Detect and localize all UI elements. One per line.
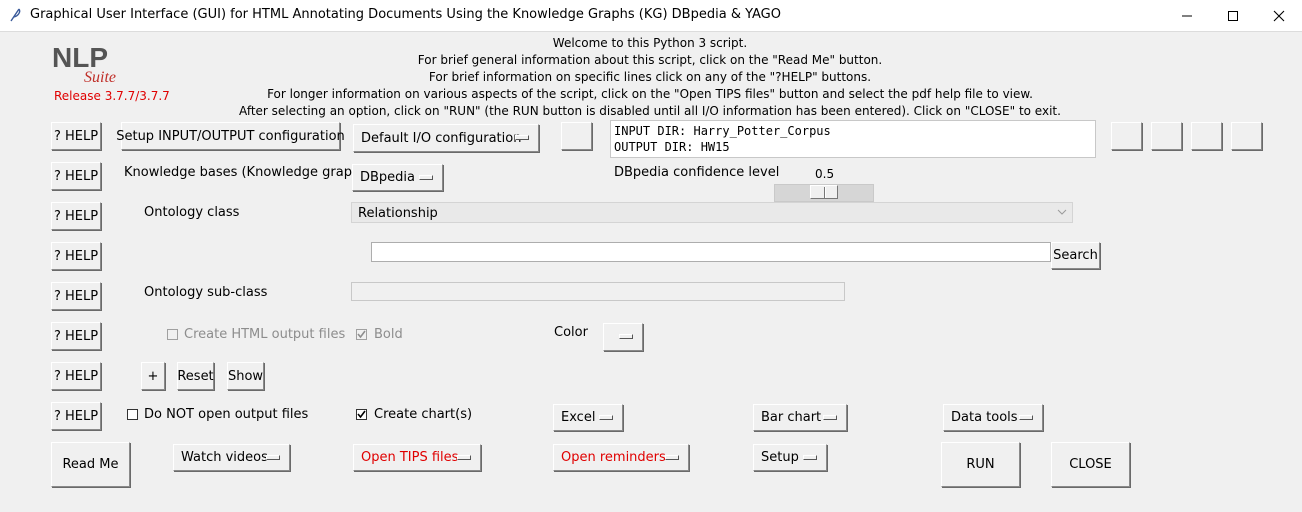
confidence-value: 0.5 [815, 167, 835, 181]
help-button-reset[interactable]: ? HELP [51, 362, 101, 390]
create-html-checkbox[interactable] [167, 329, 178, 340]
help-button-subclass[interactable]: ? HELP [51, 282, 101, 310]
help-button-output-options[interactable]: ? HELP [51, 402, 101, 430]
open-config-button[interactable] [1191, 122, 1222, 150]
ontology-subclass-label: Ontology sub-class [144, 285, 268, 300]
title-bar: Graphical User Interface (GUI) for HTML … [0, 0, 1302, 32]
watch-videos-menu[interactable]: Watch videos [173, 444, 290, 471]
color-menu[interactable] [603, 323, 643, 351]
logo-suite: Suite [84, 69, 116, 86]
bar-chart-menu[interactable]: Bar chart [753, 404, 847, 431]
dropdown-arrow-icon [665, 454, 679, 460]
dropdown-arrow-icon [1019, 414, 1033, 420]
open-input-button[interactable] [1111, 122, 1142, 150]
setup-label: Setup [761, 450, 799, 465]
maximize-button[interactable] [1210, 0, 1256, 31]
run-button[interactable]: RUN [941, 442, 1020, 487]
open-folder-button[interactable] [1231, 122, 1262, 150]
dropdown-arrow-icon [619, 334, 633, 339]
checkmark-icon [357, 330, 366, 339]
io-config-label: Default I/O configuration [361, 130, 522, 146]
confidence-label: DBpedia confidence level [614, 165, 780, 180]
open-reminders-menu[interactable]: Open reminders [553, 444, 689, 471]
dropdown-arrow-icon [823, 414, 837, 420]
excel-menu[interactable]: Excel [553, 404, 623, 431]
data-tools-menu[interactable]: Data tools [943, 404, 1043, 431]
dropdown-arrow-icon [515, 135, 529, 140]
help-button-io[interactable]: ? HELP [51, 122, 101, 150]
dropdown-arrow-icon [599, 414, 613, 420]
minimize-button[interactable] [1164, 0, 1210, 31]
intro-line: For brief information on specific lines … [428, 70, 872, 84]
confidence-slider-thumb[interactable] [810, 185, 838, 199]
color-label: Color [554, 325, 588, 340]
show-button[interactable]: Show [227, 362, 264, 390]
dropdown-arrow-icon [457, 454, 471, 460]
slider-grip [824, 187, 826, 198]
close-icon [1273, 10, 1285, 22]
intro-line: For longer information on various aspect… [267, 87, 1033, 101]
watch-videos-label: Watch videos [181, 450, 268, 465]
ontology-class-label: Ontology class [144, 205, 240, 220]
help-button-search[interactable]: ? HELP [51, 242, 101, 270]
help-button-html-output[interactable]: ? HELP [51, 322, 101, 350]
chevron-down-icon [1057, 209, 1067, 215]
output-dir-text: OUTPUT DIR: HW15 [614, 140, 730, 154]
setup-menu[interactable]: Setup [753, 444, 827, 471]
release-label: Release 3.7.7/3.7.7 [54, 89, 170, 103]
create-html-label: Create HTML output files [184, 327, 346, 342]
no-open-output-checkbox[interactable] [127, 409, 138, 420]
dropdown-arrow-icon [419, 174, 433, 180]
ontology-class-value: Relationship [358, 206, 438, 221]
io-extra-button[interactable] [561, 122, 592, 150]
setup-io-button[interactable]: Setup INPUT/OUTPUT configuration [116, 122, 345, 150]
kb-menu[interactable]: DBpedia [352, 164, 443, 191]
dropdown-arrow-icon [266, 454, 280, 460]
input-dir-text: INPUT DIR: Harry_Potter_Corpus [614, 124, 831, 138]
bold-checkbox[interactable] [356, 329, 367, 340]
intro-line: After selecting an option, click on "RUN… [239, 104, 1061, 118]
io-config-menu[interactable]: Default I/O configuration [353, 124, 539, 152]
open-tips-menu[interactable]: Open TIPS files [353, 444, 481, 471]
help-button-ontology-class[interactable]: ? HELP [51, 202, 101, 230]
window-title: Graphical User Interface (GUI) for HTML … [30, 7, 781, 22]
maximize-icon [1228, 11, 1238, 21]
create-charts-label: Create chart(s) [374, 407, 473, 422]
excel-label: Excel [561, 410, 596, 425]
dropdown-arrow-icon [803, 454, 817, 460]
intro-line: For brief general information about this… [417, 53, 883, 67]
kb-value: DBpedia [360, 170, 416, 185]
io-info-box: INPUT DIR: Harry_Potter_Corpus OUTPUT DI… [610, 120, 1096, 158]
search-button[interactable]: Search [1051, 242, 1100, 269]
read-me-button[interactable]: Read Me [51, 442, 130, 487]
open-output-button[interactable] [1151, 122, 1182, 150]
open-reminders-label: Open reminders [561, 450, 666, 465]
kb-label: Knowledge bases (Knowledge graphs) [124, 165, 373, 180]
help-button-kb[interactable]: ? HELP [51, 162, 101, 190]
ontology-subclass-field[interactable] [351, 282, 845, 301]
checkmark-icon [357, 410, 366, 419]
close-window-button[interactable] [1256, 0, 1302, 31]
bar-chart-label: Bar chart [761, 410, 822, 425]
create-charts-checkbox[interactable] [356, 409, 367, 420]
reset-button[interactable]: Reset [177, 362, 214, 390]
confidence-slider-track[interactable] [774, 184, 874, 202]
add-button[interactable]: + [141, 362, 165, 390]
close-button[interactable]: CLOSE [1051, 442, 1130, 487]
intro-text: Welcome to this Python 3 script. For bri… [200, 35, 1100, 120]
no-open-output-label: Do NOT open output files [144, 407, 309, 422]
data-tools-label: Data tools [951, 410, 1018, 425]
open-tips-label: Open TIPS files [361, 450, 459, 465]
search-input[interactable] [371, 242, 1051, 262]
intro-line: Welcome to this Python 3 script. [552, 36, 748, 50]
bold-label: Bold [374, 327, 403, 342]
feather-icon [10, 8, 21, 22]
minimize-icon [1182, 15, 1192, 17]
ontology-class-combobox[interactable]: Relationship [351, 202, 1073, 223]
